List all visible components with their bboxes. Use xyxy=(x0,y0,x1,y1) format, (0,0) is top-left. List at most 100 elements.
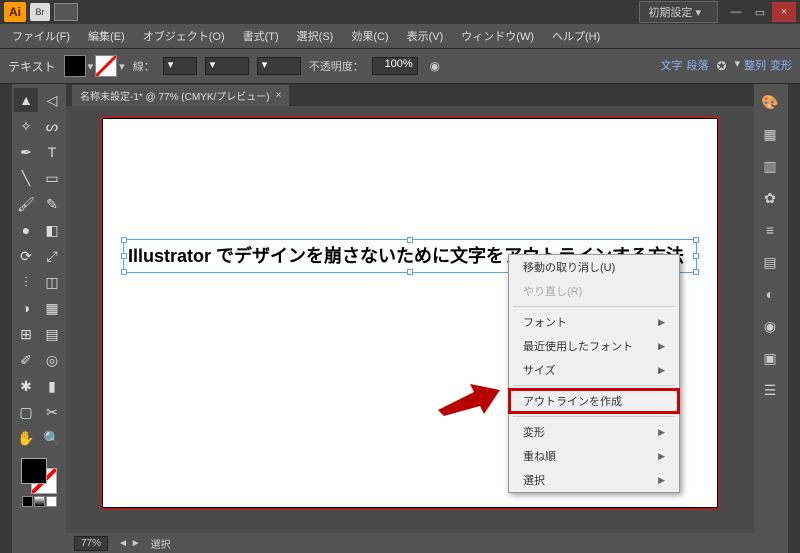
nav-arrows[interactable]: ◄ ► xyxy=(118,538,141,549)
resize-handle[interactable] xyxy=(407,269,413,275)
artboard-tool[interactable]: ▢ xyxy=(14,400,38,424)
bridge-icon[interactable]: Br xyxy=(30,3,50,21)
context-separator xyxy=(513,306,675,307)
opacity-field[interactable]: 100% xyxy=(372,57,418,75)
resize-handle[interactable] xyxy=(121,237,127,243)
character-panel-link[interactable]: 文字 xyxy=(660,57,682,75)
gradient-tool[interactable]: ▤ xyxy=(40,322,64,346)
perspective-tool[interactable]: ▦ xyxy=(40,296,64,320)
stroke-color-swatch[interactable] xyxy=(95,55,117,77)
menu-help[interactable]: ヘルプ(H) xyxy=(544,25,608,47)
status-bar: 77% ◄ ► 選択 xyxy=(66,533,754,553)
context-size[interactable]: サイズ▶ xyxy=(509,358,679,382)
symbol-sprayer-tool[interactable]: ✱ xyxy=(14,374,38,398)
resize-handle[interactable] xyxy=(693,253,699,259)
width-tool[interactable]: ⫶ xyxy=(14,270,38,294)
menu-window[interactable]: ウィンドウ(W) xyxy=(453,25,542,47)
blob-brush-tool[interactable]: ● xyxy=(14,218,38,242)
eraser-tool[interactable]: ◧ xyxy=(40,218,64,242)
menu-view[interactable]: 表示(V) xyxy=(399,25,452,47)
rectangle-tool[interactable]: ▭ xyxy=(40,166,64,190)
dash-style-field[interactable]: ▾ xyxy=(205,57,249,75)
fill-stroke-swatches[interactable] xyxy=(21,458,57,494)
resize-handle[interactable] xyxy=(407,237,413,243)
resize-handle[interactable] xyxy=(693,269,699,275)
fill-color-swatch[interactable] xyxy=(64,55,86,77)
resize-handle[interactable] xyxy=(121,269,127,275)
zoom-tool[interactable]: 🔍 xyxy=(40,426,64,450)
pen-tool[interactable]: ✒ xyxy=(14,140,38,164)
eyedropper-tool[interactable]: ✐ xyxy=(14,348,38,372)
menu-edit[interactable]: 編集(E) xyxy=(80,25,133,47)
gradient-mode-icon[interactable] xyxy=(34,496,45,507)
menu-object[interactable]: オブジェクト(O) xyxy=(135,25,233,47)
recolor-icon[interactable]: ◉ xyxy=(426,57,444,75)
menu-type[interactable]: 書式(T) xyxy=(235,25,287,47)
none-mode-icon[interactable] xyxy=(46,496,57,507)
context-redo: やり直し(R) xyxy=(509,279,679,303)
app-logo-icon: Ai xyxy=(4,2,26,22)
appearance-panel-icon[interactable]: ◉ xyxy=(756,314,784,338)
pencil-tool[interactable]: ✎ xyxy=(40,192,64,216)
context-create-outlines[interactable]: アウトラインを作成 xyxy=(509,389,679,413)
context-transform[interactable]: 変形▶ xyxy=(509,420,679,444)
context-arrange[interactable]: 重ね順▶ xyxy=(509,444,679,468)
gradient-panel-icon[interactable]: ▤ xyxy=(756,250,784,274)
paragraph-panel-link[interactable]: 段落 xyxy=(686,57,708,75)
opentype-icon[interactable]: ✪ xyxy=(712,57,730,75)
submenu-arrow-icon: ▶ xyxy=(658,341,665,352)
hand-tool[interactable]: ✋ xyxy=(14,426,38,450)
transparency-panel-icon[interactable]: ◐ xyxy=(756,282,784,306)
shape-builder-tool[interactable]: ◑ xyxy=(14,296,38,320)
menu-file[interactable]: ファイル(F) xyxy=(4,25,78,47)
minimize-button[interactable]: — xyxy=(724,2,748,22)
magic-wand-tool[interactable]: ✧ xyxy=(14,114,38,138)
menu-effect[interactable]: 効果(C) xyxy=(343,25,396,47)
left-gutter xyxy=(0,84,12,553)
paintbrush-tool[interactable]: 🖌 xyxy=(14,192,38,216)
restore-button[interactable]: ▭ xyxy=(748,2,772,22)
graph-tool[interactable]: ▮ xyxy=(40,374,64,398)
context-undo-move[interactable]: 移動の取り消し(U) xyxy=(509,255,679,279)
type-tool[interactable]: T xyxy=(40,140,64,164)
rotate-tool[interactable]: ⟳ xyxy=(14,244,38,268)
layout-selector-icon[interactable] xyxy=(54,3,78,21)
context-recent-fonts[interactable]: 最近使用したフォント▶ xyxy=(509,334,679,358)
stroke-panel-icon[interactable]: ≡ xyxy=(756,218,784,242)
color-panel-icon[interactable]: 🎨 xyxy=(756,90,784,114)
menu-bar: ファイル(F) 編集(E) オブジェクト(O) 書式(T) 選択(S) 効果(C… xyxy=(0,24,800,48)
transform-panel-link[interactable]: 変形 xyxy=(770,57,792,75)
submenu-arrow-icon: ▶ xyxy=(658,427,665,438)
scale-tool[interactable]: ⤢ xyxy=(40,244,64,268)
brush-field[interactable]: ▾ xyxy=(257,57,301,75)
selection-tool[interactable]: ▲ xyxy=(14,88,38,112)
align-panel-link[interactable]: 整列 xyxy=(744,57,766,75)
mesh-tool[interactable]: ⊞ xyxy=(14,322,38,346)
document-tab[interactable]: 名称未設定-1* @ 77% (CMYK/プレビュー) × xyxy=(72,85,289,106)
graphic-styles-panel-icon[interactable]: ▣ xyxy=(756,346,784,370)
swatches-panel-icon[interactable]: ▦ xyxy=(756,122,784,146)
color-mode-icon[interactable] xyxy=(22,496,33,507)
line-tool[interactable]: ╲ xyxy=(14,166,38,190)
workspace-selector[interactable]: 初期設定 ▾ xyxy=(639,1,718,23)
resize-handle[interactable] xyxy=(693,237,699,243)
free-transform-tool[interactable]: ◫ xyxy=(40,270,64,294)
direct-selection-tool[interactable]: ◁ xyxy=(40,88,64,112)
layers-panel-icon[interactable]: ☰ xyxy=(756,378,784,402)
menu-select[interactable]: 選択(S) xyxy=(289,25,342,47)
lasso-tool[interactable]: ᔕ xyxy=(40,114,64,138)
tools-panel: ▲◁ ✧ᔕ ✒T ╲▭ 🖌✎ ●◧ ⟳⤢ ⫶◫ ◑▦ ⊞▤ ✐◎ ✱▮ ▢✂ ✋… xyxy=(12,84,66,553)
brushes-panel-icon[interactable]: ▥ xyxy=(756,154,784,178)
context-separator xyxy=(513,385,675,386)
slice-tool[interactable]: ✂ xyxy=(40,400,64,424)
resize-handle[interactable] xyxy=(121,253,127,259)
context-font[interactable]: フォント▶ xyxy=(509,310,679,334)
context-select[interactable]: 選択▶ xyxy=(509,468,679,492)
zoom-field[interactable]: 77% xyxy=(74,536,108,551)
symbols-panel-icon[interactable]: ✿ xyxy=(756,186,784,210)
stroke-width-field[interactable]: ▾ xyxy=(163,57,197,75)
close-button[interactable]: × xyxy=(772,2,796,22)
document-tab-close-icon[interactable]: × xyxy=(276,90,282,101)
right-gutter xyxy=(788,84,800,553)
blend-tool[interactable]: ◎ xyxy=(40,348,64,372)
